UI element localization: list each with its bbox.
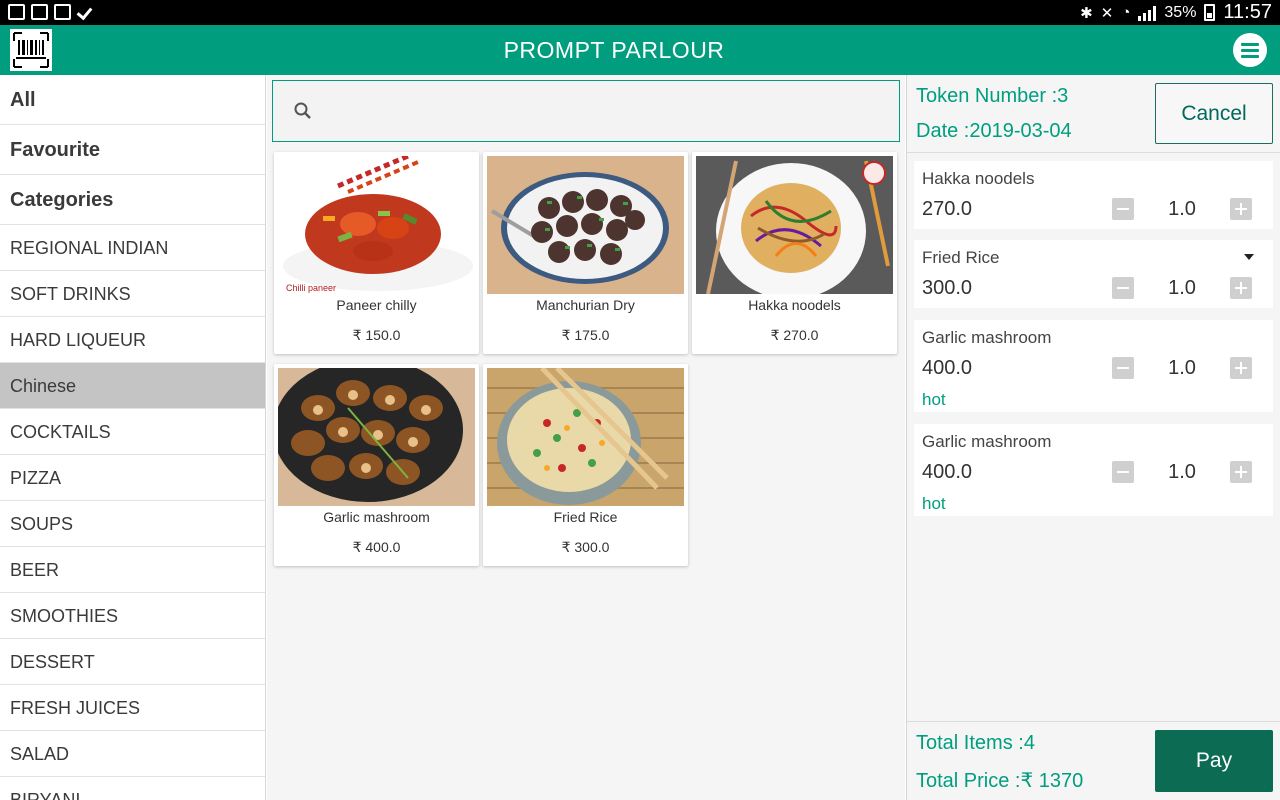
product-image [278, 368, 475, 506]
battery-icon [1204, 4, 1216, 21]
product-name: Manchurian Dry [536, 297, 635, 313]
order-item-qty: 1.0 [1168, 198, 1196, 220]
product-price: ₹ 150.0 [352, 327, 401, 343]
category-item[interactable]: REGIONAL INDIAN [0, 225, 265, 271]
search-input[interactable] [328, 91, 888, 131]
product-card[interactable]: Manchurian Dry ₹ 175.0 [483, 152, 688, 354]
decrement-button[interactable] [1112, 357, 1134, 379]
decrement-button[interactable] [1112, 198, 1134, 220]
token-number: Token Number :3 [916, 85, 1069, 107]
order-item-note: hot [922, 390, 946, 409]
order-item[interactable]: Fried Rice 300.0 1.0 [914, 240, 1273, 308]
category-item[interactable]: PIZZA [0, 455, 265, 501]
divider [907, 721, 1280, 722]
clock: 11:57 [1223, 1, 1272, 23]
total-items: Total Items :4 [916, 732, 1035, 754]
category-item[interactable]: SALAD [0, 731, 265, 777]
pay-button[interactable]: Pay [1155, 730, 1273, 792]
check-icon [77, 4, 94, 20]
category-item[interactable]: SOUPS [0, 501, 265, 547]
product-panel: Chilli paneer Paneer chilly ₹ 150.0 Manc… [267, 75, 905, 800]
product-card[interactable]: Fried Rice ₹ 300.0 [483, 364, 688, 566]
category-item[interactable]: DESSERT [0, 639, 265, 685]
order-item-price: 400.0 [922, 357, 973, 379]
order-item-note: hot [922, 494, 946, 513]
order-item[interactable]: Garlic mashroom 400.0 1.0 hot [914, 424, 1273, 516]
increment-button[interactable] [1230, 277, 1252, 299]
category-item-active[interactable]: Chinese [0, 363, 265, 409]
sidebar-item-favourite[interactable]: Favourite [0, 125, 265, 175]
search-bar[interactable] [272, 80, 900, 142]
divider [907, 152, 1280, 153]
order-item-name: Fried Rice [922, 248, 1000, 267]
order-item-qty: 1.0 [1168, 277, 1196, 299]
product-name: Garlic mashroom [323, 509, 430, 525]
svg-text:Chilli paneer: Chilli paneer [286, 283, 336, 293]
category-item[interactable]: SMOOTHIES [0, 593, 265, 639]
product-card[interactable]: Hakka noodels ₹ 270.0 [692, 152, 897, 354]
product-price: ₹ 300.0 [561, 539, 610, 555]
product-image [487, 156, 684, 294]
product-image [487, 368, 684, 506]
notification-icons [8, 4, 94, 20]
product-image [696, 156, 893, 294]
order-item[interactable]: Garlic mashroom 400.0 1.0 hot [914, 320, 1273, 412]
product-price: ₹ 175.0 [561, 327, 610, 343]
search-icon [294, 102, 311, 119]
increment-button[interactable] [1230, 357, 1252, 379]
product-price: ₹ 400.0 [352, 539, 401, 555]
sidebar-item-all[interactable]: All [0, 75, 265, 125]
increment-button[interactable] [1230, 198, 1252, 220]
battery-percent: 35% [1164, 3, 1197, 21]
app-title: PROMPT PARLOUR [503, 37, 725, 63]
sidebar-heading-categories: Categories [0, 175, 265, 225]
product-card[interactable]: Chilli paneer Paneer chilly ₹ 150.0 [274, 152, 479, 354]
order-item-name: Hakka noodels [922, 169, 1035, 188]
status-bar: ✱ ✕ ◔ 35% 11:57 [0, 0, 1280, 25]
order-item-qty: 1.0 [1168, 461, 1196, 483]
category-item[interactable]: FRESH JUICES [0, 685, 265, 731]
category-item[interactable]: HARD LIQUEUR [0, 317, 265, 363]
increment-button[interactable] [1230, 461, 1252, 483]
order-item-name: Garlic mashroom [922, 328, 1052, 347]
decrement-button[interactable] [1112, 277, 1134, 299]
menu-icon[interactable] [1233, 33, 1267, 67]
cancel-button[interactable]: Cancel [1155, 83, 1273, 144]
product-price: ₹ 270.0 [770, 327, 819, 343]
image-icon [31, 4, 48, 20]
order-item-price: 400.0 [922, 461, 973, 483]
order-item[interactable]: Hakka noodels 270.0 1.0 [914, 161, 1273, 229]
category-item[interactable]: COCKTAILS [0, 409, 265, 455]
product-image: Chilli paneer [278, 156, 475, 294]
bluetooth-icon: ✱ [1080, 4, 1093, 22]
category-item[interactable]: BEER [0, 547, 265, 593]
category-item[interactable]: SOFT DRINKS [0, 271, 265, 317]
order-item-name: Garlic mashroom [922, 432, 1052, 451]
mute-icon: ✕ [1100, 4, 1114, 22]
total-price: Total Price :₹ 1370 [916, 770, 1084, 792]
app-bar: PROMPT PARLOUR [0, 25, 1280, 75]
order-item-qty: 1.0 [1168, 357, 1196, 379]
product-name: Fried Rice [553, 509, 618, 525]
order-panel: Token Number :3 Date :2019-03-04 Cancel … [906, 75, 1280, 800]
product-name: Paneer chilly [336, 297, 417, 313]
wifi-icon: ◔ [1121, 4, 1131, 21]
signal-icon [1138, 5, 1157, 21]
product-name: Hakka noodels [748, 297, 841, 313]
product-card[interactable]: Garlic mashroom ₹ 400.0 [274, 364, 479, 566]
order-item-price: 300.0 [922, 277, 973, 299]
order-item-price: 270.0 [922, 198, 973, 220]
order-date: Date :2019-03-04 [916, 120, 1072, 142]
notification-icon [8, 4, 25, 20]
decrement-button[interactable] [1112, 461, 1134, 483]
category-sidebar: All Favourite Categories REGIONAL INDIAN… [0, 75, 266, 800]
category-item[interactable]: BIRYANI [0, 777, 265, 800]
document-icon [54, 4, 71, 20]
dropdown-caret-icon[interactable] [1244, 254, 1254, 260]
